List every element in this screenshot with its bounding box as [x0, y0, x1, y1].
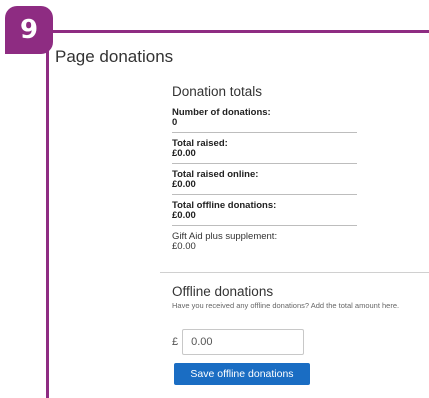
page-title: Page donations	[55, 47, 174, 66]
total-item-label: Gift Aid plus supplement:	[172, 231, 278, 242]
total-item-label: Total raised online:	[172, 169, 259, 180]
total-item-total-raised-online: Total raised online: £0.00	[172, 169, 357, 195]
currency-symbol: £	[172, 336, 179, 348]
donation-totals-panel: Donation totals Number of donations: 0 T…	[172, 84, 357, 261]
total-item-total-offline-donations: Total offline donations: £0.00	[172, 200, 357, 226]
total-item-label: Total offline donations:	[172, 200, 277, 211]
offline-donations-title: Offline donations	[172, 284, 274, 299]
total-item-total-raised: Total raised: £0.00	[172, 138, 357, 164]
total-item-value: 0	[172, 117, 178, 128]
total-item-gift-aid: Gift Aid plus supplement: £0.00	[172, 231, 357, 256]
offline-amount-input[interactable]	[182, 329, 305, 355]
frame-top-border	[46, 30, 429, 33]
total-item-value: £0.00	[172, 210, 196, 221]
frame-left-border	[46, 30, 49, 398]
total-item-number-of-donations: Number of donations: 0	[172, 107, 357, 133]
section-divider	[160, 272, 429, 273]
total-item-value: £0.00	[172, 241, 196, 252]
step-badge: 9	[5, 6, 53, 54]
offline-amount-row: £	[172, 329, 305, 355]
offline-donations-hint: Have you received any offline donations?…	[172, 301, 400, 310]
total-item-value: £0.00	[172, 148, 196, 159]
donation-totals-title: Donation totals	[172, 84, 263, 99]
total-item-value: £0.00	[172, 179, 196, 190]
save-offline-donations-button[interactable]: Save offline donations	[174, 363, 310, 385]
total-item-label: Number of donations:	[172, 107, 271, 118]
total-item-label: Total raised:	[172, 138, 228, 149]
